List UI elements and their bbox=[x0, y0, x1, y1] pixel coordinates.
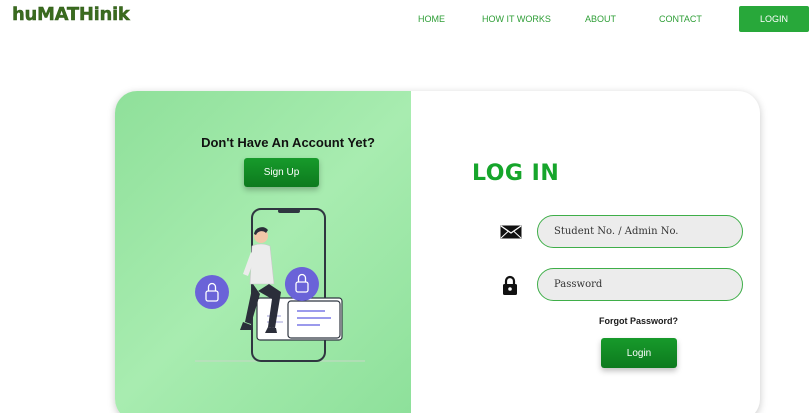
forgot-password-link[interactable]: Forgot Password? bbox=[599, 316, 678, 326]
header-login-button[interactable]: LOGIN bbox=[739, 6, 809, 32]
nav-about-link[interactable]: ABOUT bbox=[585, 14, 616, 24]
signup-prompt-heading: Don't Have An Account Yet? bbox=[201, 135, 375, 150]
nav-how-it-works-link[interactable]: HOW IT WORKS bbox=[482, 14, 551, 24]
login-illustration bbox=[195, 208, 365, 362]
login-heading: LOG IN bbox=[472, 161, 560, 186]
padlock-bubble-left bbox=[195, 275, 229, 309]
signup-panel: Don't Have An Account Yet? Sign Up bbox=[115, 91, 411, 413]
top-navbar: huMATHinik HOME HOW IT WORKS ABOUT CONTA… bbox=[0, 0, 809, 40]
nav-home-link[interactable]: HOME bbox=[418, 14, 445, 24]
login-submit-button[interactable]: Login bbox=[601, 338, 677, 368]
student-number-input[interactable] bbox=[537, 215, 743, 248]
document-card-front bbox=[287, 300, 341, 339]
envelope-icon bbox=[500, 225, 522, 239]
nav-contact-link[interactable]: CONTACT bbox=[659, 14, 702, 24]
logo[interactable]: huMATHinik bbox=[12, 4, 130, 25]
password-input[interactable] bbox=[537, 268, 743, 301]
signup-button[interactable]: Sign Up bbox=[244, 158, 319, 187]
phone-notch bbox=[278, 209, 300, 213]
login-card: Don't Have An Account Yet? Sign Up LOG I… bbox=[115, 91, 760, 413]
padlock-bubble-right bbox=[284, 267, 319, 301]
lock-icon bbox=[503, 275, 517, 295]
